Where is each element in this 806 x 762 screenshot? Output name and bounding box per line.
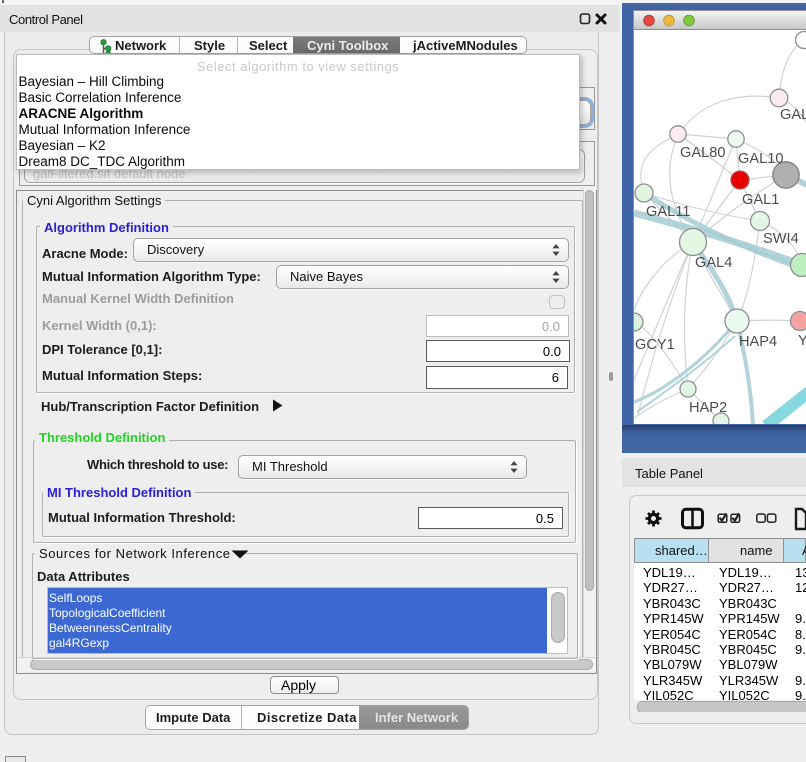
svg-text:GAL1: GAL1 — [742, 192, 779, 208]
svg-text:GCY1: GCY1 — [635, 337, 675, 353]
svg-text:HAP4: HAP4 — [739, 334, 777, 350]
svg-text:GAL80: GAL80 — [680, 145, 725, 161]
svg-text:GAL11: GAL11 — [646, 204, 690, 220]
svg-text:HAP2: HAP2 — [689, 400, 727, 416]
svg-text:GAL7: GAL7 — [780, 107, 806, 123]
svg-text:GAL10: GAL10 — [738, 151, 783, 167]
svg-text:GAL4: GAL4 — [695, 255, 732, 271]
svg-text:Y: Y — [798, 333, 806, 349]
svg-text:SWI4: SWI4 — [763, 231, 799, 247]
